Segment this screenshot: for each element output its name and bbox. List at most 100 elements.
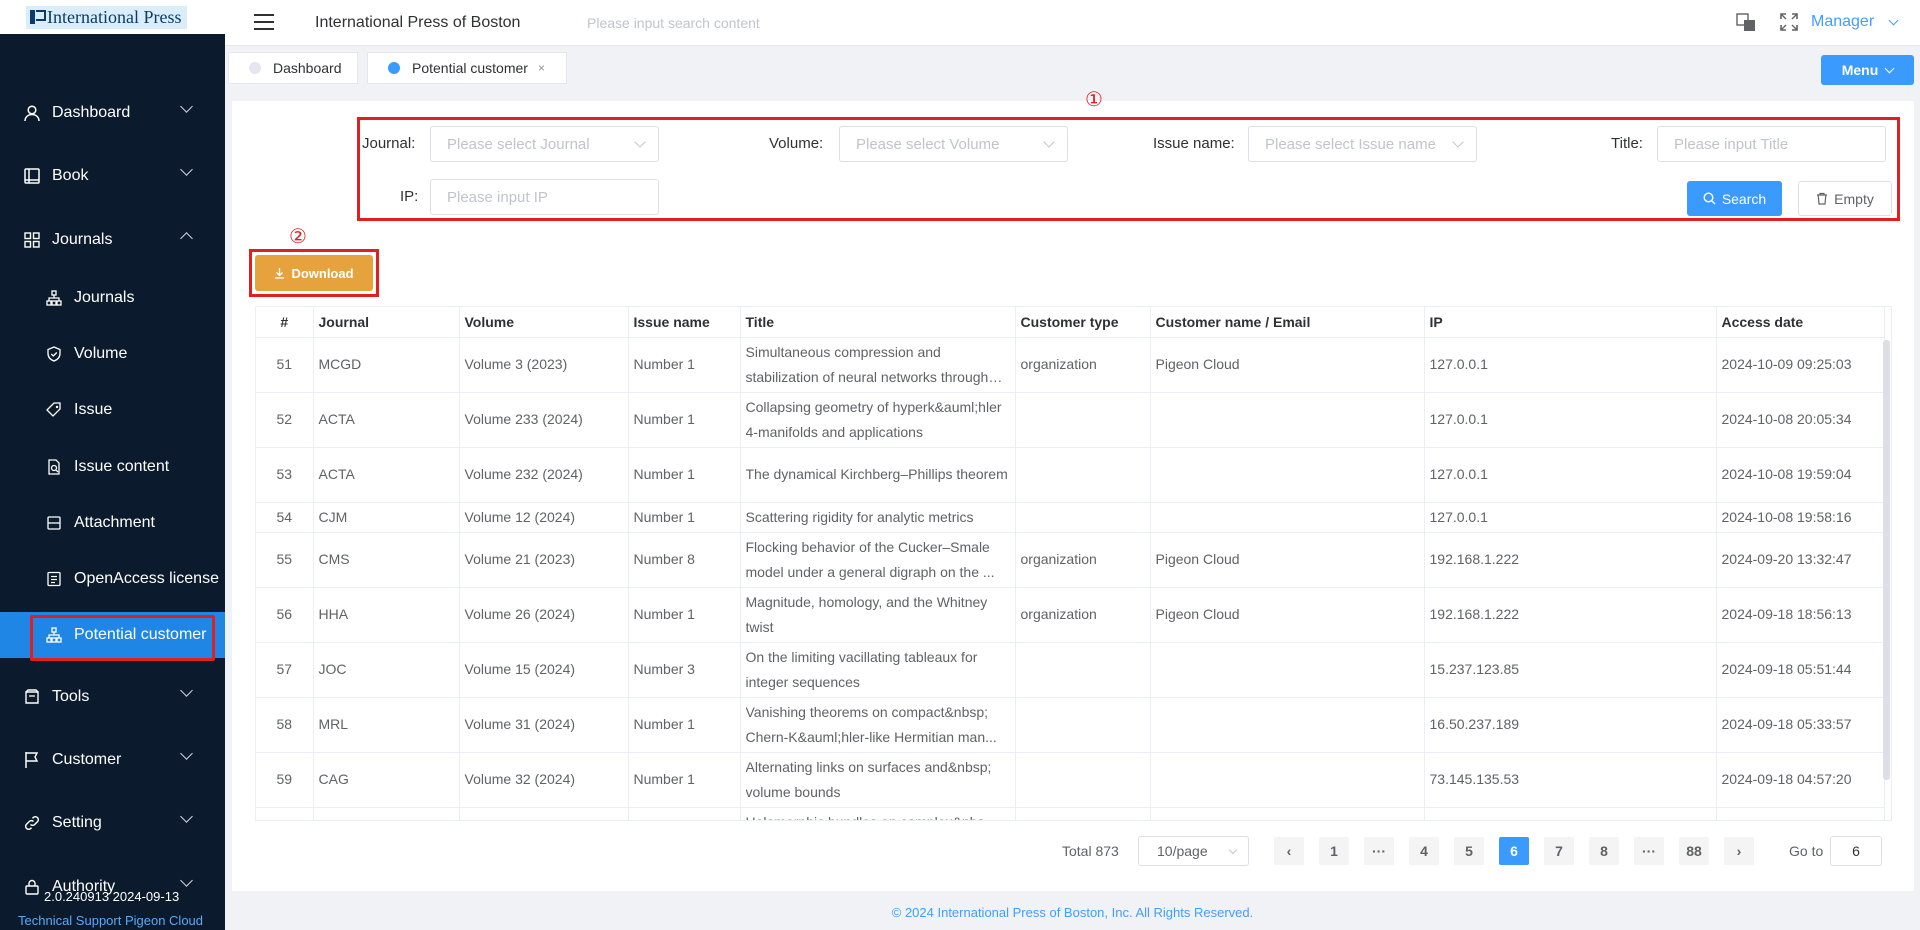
sidebar: International Press Dashboard Book Journ… <box>0 0 225 930</box>
column-header: Issue name <box>628 307 741 338</box>
table-cell: Simultaneous compression and stabilizati… <box>740 337 1016 393</box>
sidebar-item-dashboard[interactable]: Dashboard <box>0 90 225 136</box>
title-cell-text: The dynamical Kirchberg–Phillips theorem <box>745 466 1008 482</box>
global-search-input[interactable] <box>587 10 907 36</box>
table-cell: 2024-09-18 04:57:20 <box>1716 752 1885 808</box>
page-button[interactable]: 7 <box>1544 837 1574 865</box>
table-row[interactable]: 51 MCGD Volume 3 (2023) Number 1 Simultaneou… <box>256 337 1885 393</box>
column-header: # <box>256 307 314 338</box>
flag-icon <box>22 750 42 770</box>
page-button[interactable]: 4 <box>1409 837 1439 865</box>
column-header: Access date <box>1716 307 1885 338</box>
chevron-down-icon[interactable] <box>1888 15 1899 26</box>
table-cell: 2024-09-20 13:32:47 <box>1716 532 1885 588</box>
search-icon <box>1703 192 1716 205</box>
table-row[interactable]: 54 CJM Volume 12 (2024) Number 1 Scattering … <box>256 502 1885 533</box>
table-cell <box>1424 807 1717 820</box>
sidebar-item-book[interactable]: Book <box>0 153 225 199</box>
menu-button[interactable]: Menu <box>1821 55 1914 85</box>
table-cell: 55 <box>256 532 314 588</box>
title-label: Title: <box>1611 135 1643 152</box>
table-scrollbar[interactable] <box>1883 340 1890 780</box>
close-icon[interactable]: × <box>538 61 545 75</box>
empty-button[interactable]: Empty <box>1798 181 1892 216</box>
sidebar-subitem-label: OpenAccess license <box>74 570 219 587</box>
translate-icon[interactable] <box>1736 12 1756 32</box>
sidebar-item-tools[interactable]: Tools <box>0 674 225 720</box>
tab-dashboard[interactable]: Dashboard <box>228 52 358 84</box>
prev-page-button[interactable]: ‹ <box>1274 837 1304 865</box>
sidebar-item-setting[interactable]: Setting <box>0 800 225 846</box>
sidebar-subitem-potential-customer[interactable]: Potential customer <box>0 612 225 658</box>
table-row[interactable]: 57 JOC Volume 15 (2024) Number 3 On the limi… <box>256 642 1885 698</box>
ip-label: IP: <box>400 188 419 205</box>
user-menu[interactable]: Manager <box>1811 13 1874 31</box>
page-button[interactable]: 88 <box>1679 837 1709 865</box>
table-row[interactable]: 53 ACTA Volume 232 (2024) Number 1 The dynam… <box>256 447 1885 503</box>
sidebar-subitem-volume[interactable]: Volume <box>0 331 225 377</box>
table-cell: 15.237.123.85 <box>1424 642 1717 698</box>
sidebar-subitem-journals[interactable]: Journals <box>0 275 225 321</box>
sidebar-item-label: Tools <box>52 688 90 705</box>
goto-page-input[interactable] <box>1830 836 1882 866</box>
table-cell: Volume 15 (2024) <box>459 642 629 698</box>
volume-select-placeholder: Please select Volume <box>856 136 1000 153</box>
ip-input[interactable]: Please input IP <box>430 179 659 215</box>
issue-name-label: Issue name: <box>1153 135 1235 152</box>
sidebar-item-journals[interactable]: Journals <box>0 217 225 263</box>
download-button[interactable]: Download <box>255 255 373 291</box>
page-ellipsis-button[interactable]: ··· <box>1364 837 1394 865</box>
table-row[interactable]: 55 CMS Volume 21 (2023) Number 8 Flocking be… <box>256 532 1885 588</box>
download-button-label: Download <box>291 265 354 281</box>
page-button[interactable]: 8 <box>1589 837 1619 865</box>
journal-label: Journal: <box>362 135 416 152</box>
sidebar-subitem-issue-content[interactable]: Issue content <box>0 444 225 490</box>
table-cell: CMS <box>313 532 460 588</box>
table-cell <box>313 807 460 820</box>
table-row[interactable]: 58 MRL Volume 31 (2024) Number 1 Vanishing t… <box>256 697 1885 753</box>
page-button[interactable]: 5 <box>1454 837 1484 865</box>
support-link[interactable]: Technical Support Pigeon Cloud <box>18 913 203 928</box>
table-row[interactable]: Holomorphic bundles on complex&nbs <box>256 807 1885 820</box>
table-cell: 51 <box>256 337 314 393</box>
journal-select[interactable]: Please select Journal <box>430 126 659 162</box>
sidebar-subitem-label: Potential customer <box>74 626 207 643</box>
table-cell: Alternating links on surfaces and&nbsp; … <box>740 752 1016 808</box>
table-cell: 127.0.0.1 <box>1424 337 1717 393</box>
table-row[interactable]: 52 ACTA Volume 233 (2024) Number 1 Collapsin… <box>256 392 1885 448</box>
sidebar-subitem-openaccess-license[interactable]: OpenAccess license <box>0 556 225 602</box>
table-cell: Number 1 <box>628 697 741 753</box>
sidebar-subitem-attachment[interactable]: Attachment <box>0 500 225 546</box>
next-page-button[interactable]: › <box>1724 837 1754 865</box>
page-button[interactable]: 1 <box>1319 837 1349 865</box>
table-cell: Holomorphic bundles on complex&nbs <box>740 807 1016 820</box>
logo-text: International Press <box>47 6 182 27</box>
page-button-current[interactable]: 6 <box>1499 837 1529 865</box>
table-cell: Volume 31 (2024) <box>459 697 629 753</box>
volume-select[interactable]: Please select Volume <box>839 126 1068 162</box>
sidebar-item-customer[interactable]: Customer <box>0 737 225 783</box>
search-button[interactable]: Search <box>1687 181 1782 216</box>
page-ellipsis-button[interactable]: ··· <box>1634 837 1664 865</box>
tab-dot-icon <box>249 62 261 74</box>
table-cell <box>1015 697 1151 753</box>
table-cell: Volume 232 (2024) <box>459 447 629 503</box>
trash-icon <box>1817 192 1828 205</box>
sidebar-item-label: Book <box>52 167 89 184</box>
annotation-marker-1: ① <box>1085 89 1103 111</box>
sidebar-subitem-label: Attachment <box>74 514 155 531</box>
sidebar-subitem-issue[interactable]: Issue <box>0 387 225 433</box>
table-row[interactable]: 59 CAG Volume 32 (2024) Number 1 Alternating… <box>256 752 1885 808</box>
logo[interactable]: International Press <box>26 5 188 29</box>
hamburger-icon[interactable] <box>254 14 274 30</box>
title-cell-text: Alternating links on surfaces and&nbsp; … <box>745 758 992 800</box>
issue-name-select[interactable]: Please select Issue name <box>1248 126 1477 162</box>
page-size-select[interactable]: 10/page <box>1138 836 1249 866</box>
table-cell <box>628 807 741 820</box>
table-cell: Number 1 <box>628 447 741 503</box>
title-input[interactable]: Please input Title <box>1657 126 1886 162</box>
table-cell: Magnitude, homology, and the Whitney twi… <box>740 587 1016 643</box>
fullscreen-icon[interactable] <box>1779 12 1799 32</box>
table-row[interactable]: 56 HHA Volume 26 (2024) Number 1 Magnitude, … <box>256 587 1885 643</box>
tab-potential-customer[interactable]: Potential customer × <box>367 52 567 84</box>
